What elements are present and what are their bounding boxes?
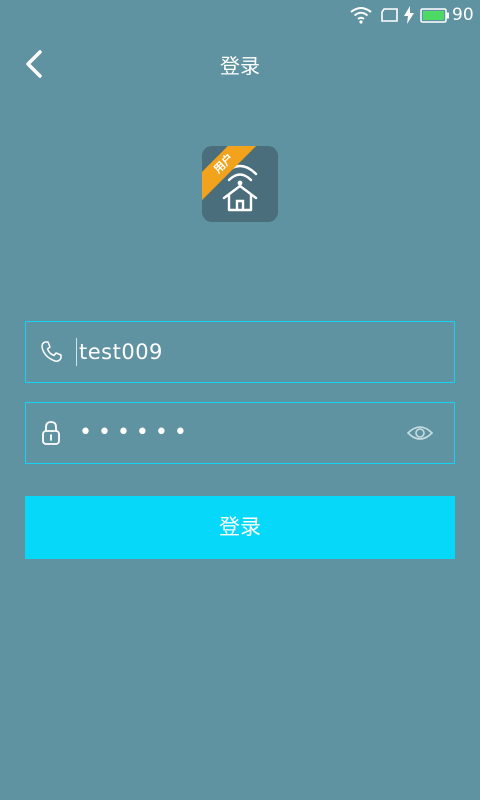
title-bar: 登录 [0, 30, 480, 96]
password-input-value[interactable]: •••••• [76, 419, 193, 447]
battery-level-text: 90 [452, 5, 474, 25]
phone-icon [26, 322, 76, 382]
battery-icon [420, 8, 449, 23]
status-bar: 90 [0, 0, 480, 30]
phone-field[interactable]: test009 [25, 321, 455, 383]
wifi-icon [350, 7, 372, 24]
phone-input-value[interactable]: test009 [76, 338, 163, 366]
show-password-button[interactable] [406, 421, 434, 445]
password-field[interactable]: •••••• [25, 402, 455, 464]
eye-icon [407, 426, 433, 440]
lock-icon [26, 403, 76, 463]
charging-icon [404, 6, 414, 24]
login-button[interactable]: 登录 [25, 496, 455, 559]
sim-icon [381, 8, 398, 22]
page-title: 登录 [220, 54, 260, 78]
app-logo: 用户 [202, 146, 278, 222]
